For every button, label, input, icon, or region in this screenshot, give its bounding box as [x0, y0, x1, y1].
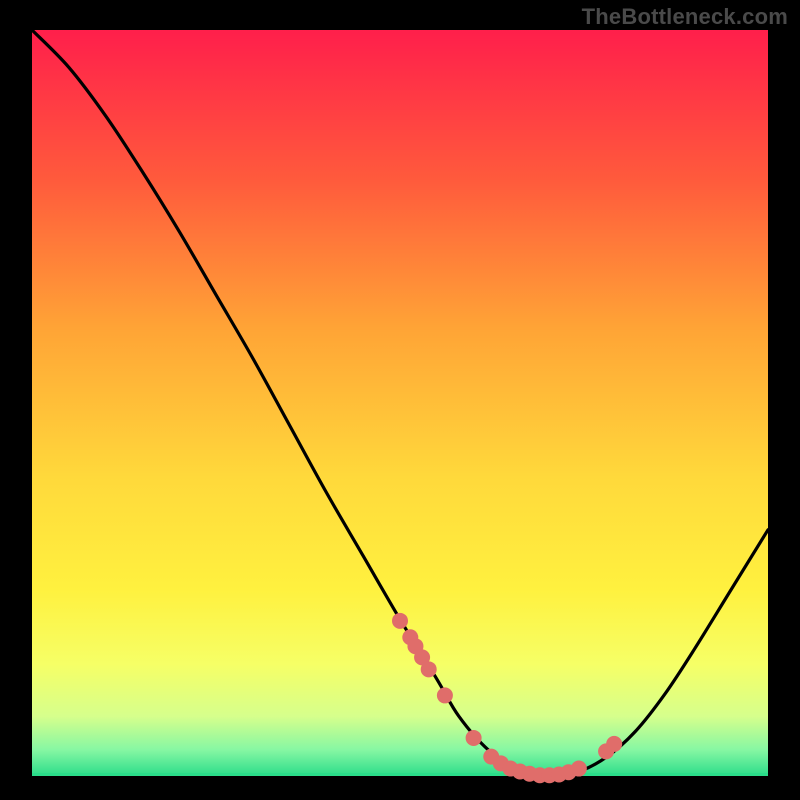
watermark-text: TheBottleneck.com [582, 4, 788, 30]
plot-background [32, 30, 768, 776]
curve-marker [392, 613, 408, 629]
curve-marker [421, 661, 437, 677]
curve-marker [437, 687, 453, 703]
bottleneck-chart [0, 0, 800, 800]
chart-stage: TheBottleneck.com [0, 0, 800, 800]
curve-marker [606, 736, 622, 752]
curve-marker [466, 730, 482, 746]
bottom-strip [32, 773, 768, 776]
curve-marker [571, 761, 587, 777]
